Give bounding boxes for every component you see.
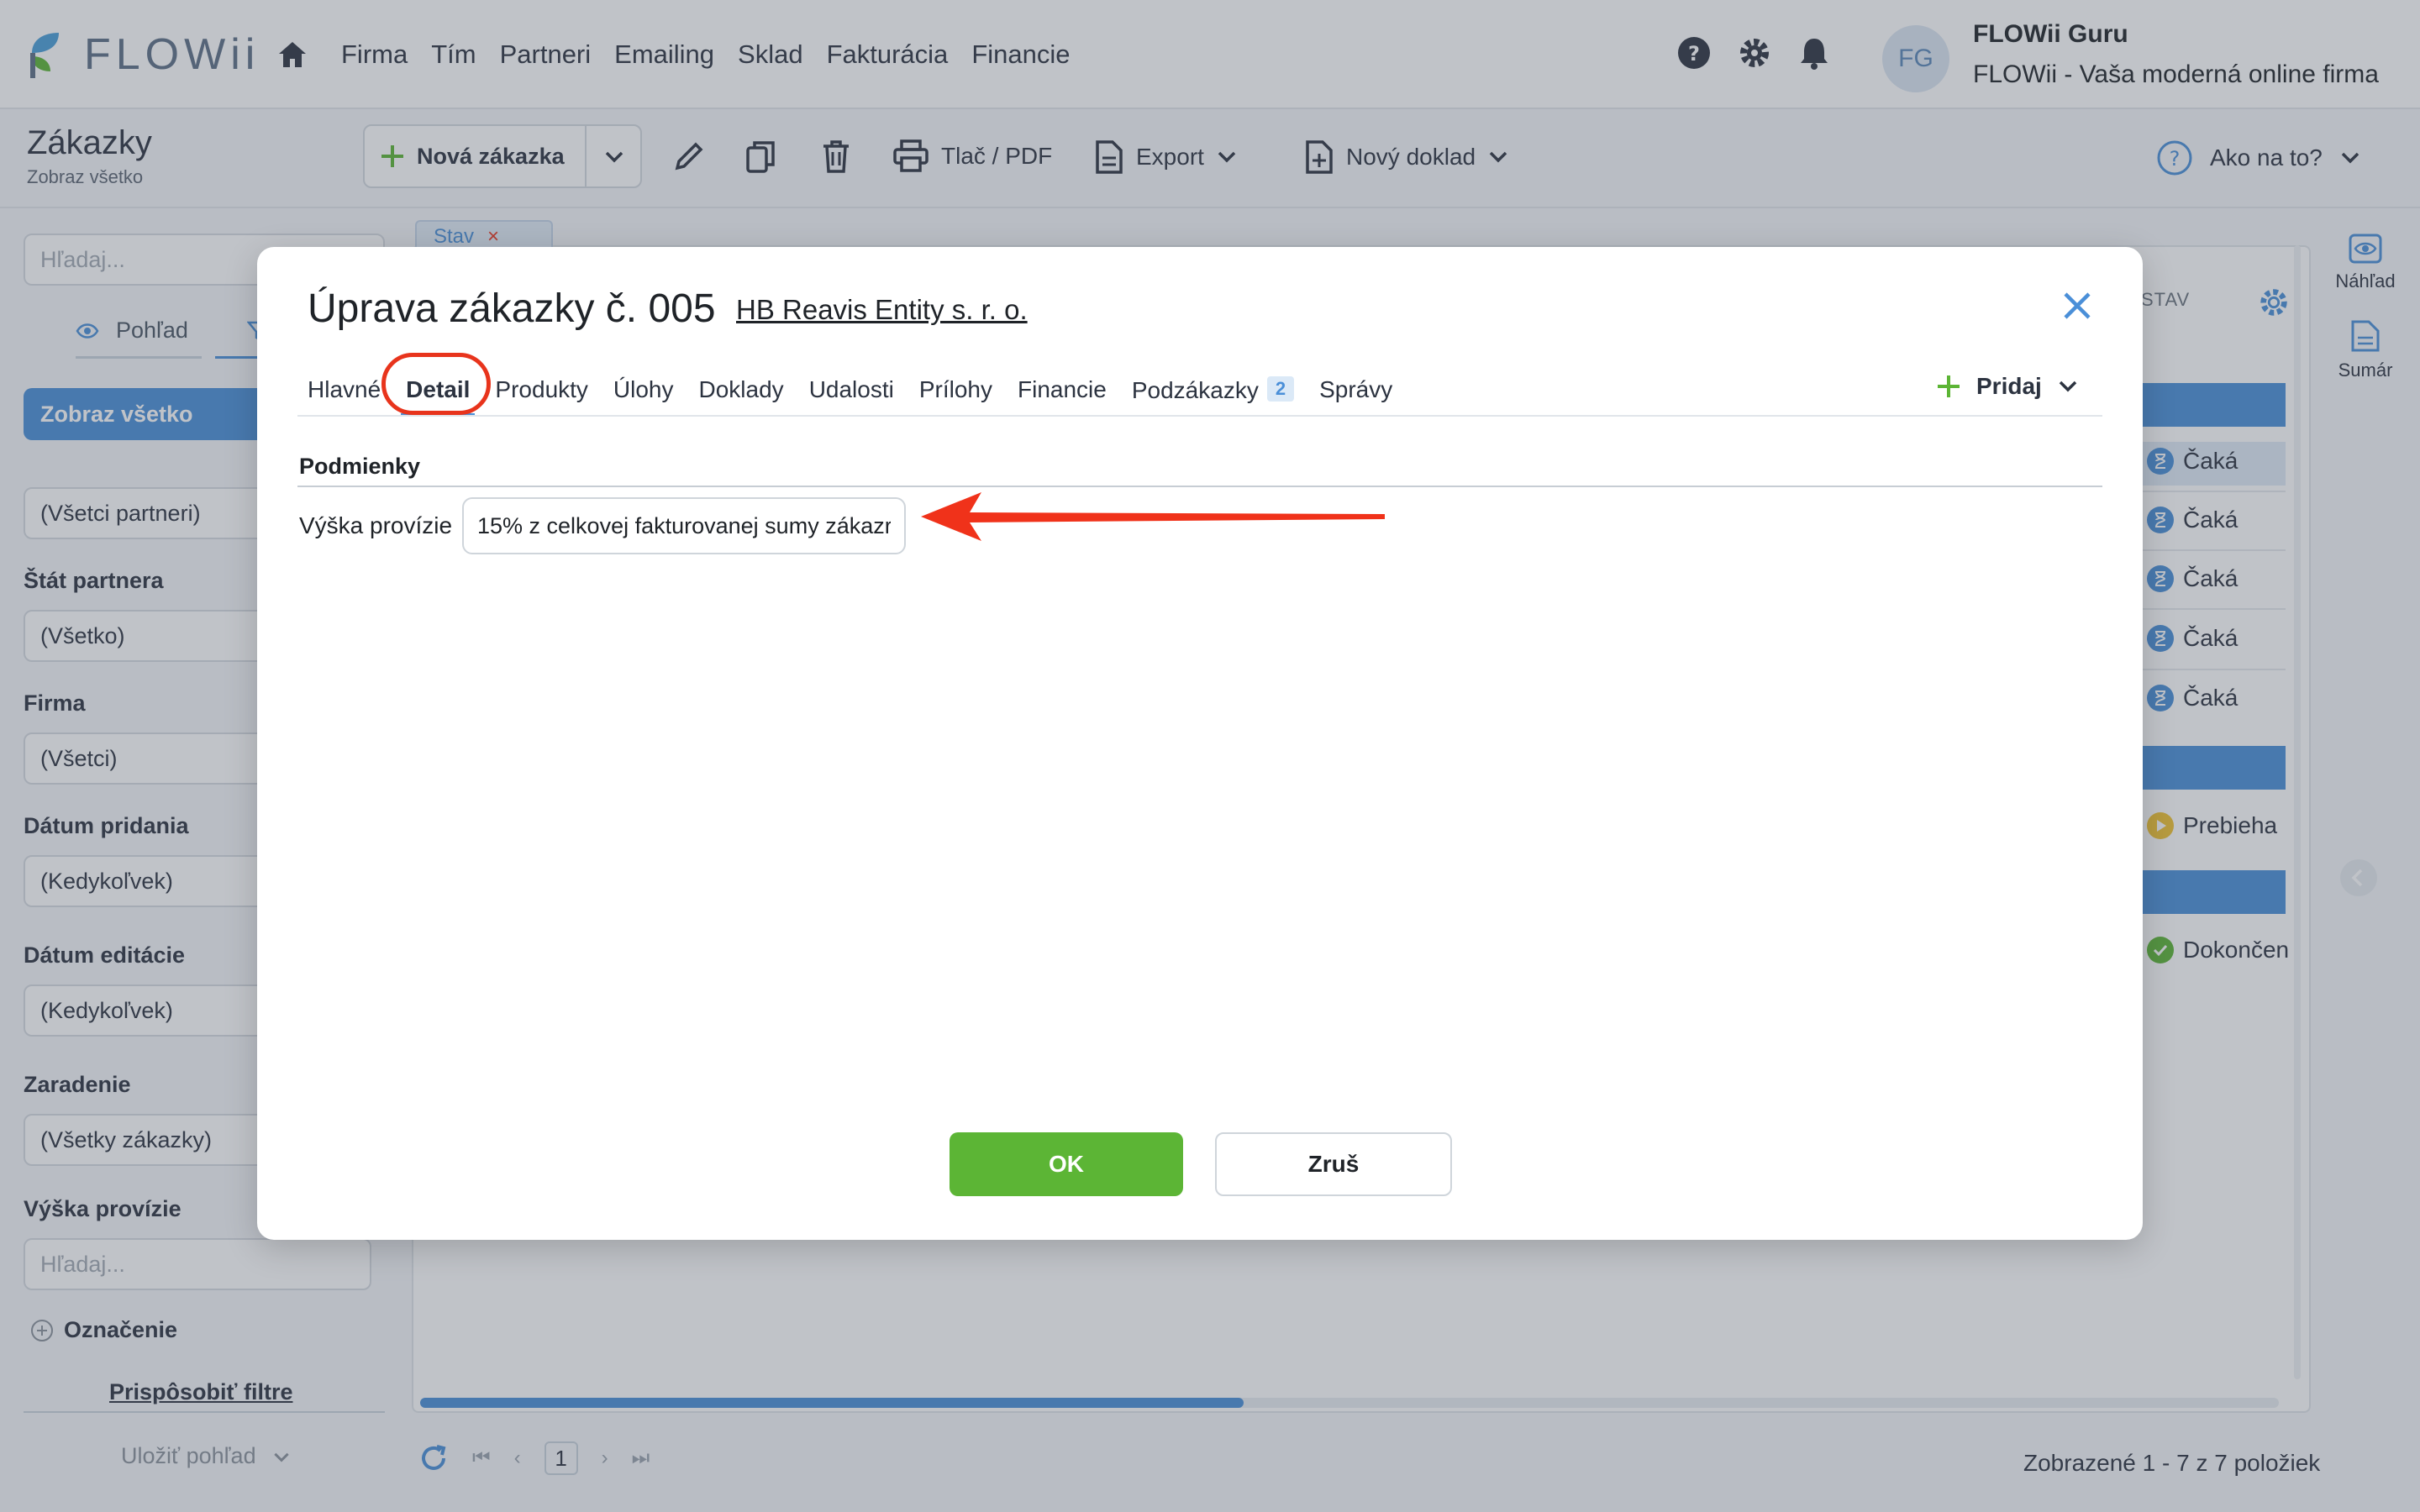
tab-udalosti[interactable]: Udalosti: [809, 376, 894, 403]
chevron-down-icon: [2057, 375, 2079, 397]
tab-financie[interactable]: Financie: [1018, 376, 1107, 403]
add-button[interactable]: Pridaj: [1936, 373, 2079, 400]
tab-ulohy[interactable]: Úlohy: [613, 376, 674, 403]
cancel-button[interactable]: Zruš: [1215, 1132, 1452, 1196]
tab-produkty[interactable]: Produkty: [495, 376, 588, 403]
tab-hlavne[interactable]: Hlavné: [308, 376, 381, 403]
plus-icon: [1936, 374, 1961, 399]
count-badge: 2: [1266, 375, 1295, 402]
close-icon[interactable]: [2062, 291, 2092, 321]
section-title: Podmienky: [299, 454, 421, 479]
tab-prilohy[interactable]: Prílohy: [919, 376, 992, 403]
partner-link[interactable]: HB Reavis Entity s. r. o.: [736, 294, 1028, 326]
commission-input[interactable]: [462, 497, 906, 554]
ok-button[interactable]: OK: [950, 1132, 1183, 1196]
commission-label: Výška provízie: [299, 512, 453, 538]
arrow-left-icon: [918, 489, 1388, 544]
tab-spravy[interactable]: Správy: [1319, 376, 1392, 403]
tab-podzakazky[interactable]: Podzákazky 2: [1131, 375, 1295, 404]
tab-podzakazky-label: Podzákazky: [1131, 376, 1259, 403]
dialog-title: Úprava zákazky č. 005: [308, 286, 716, 331]
edit-order-dialog: Úprava zákazky č. 005 HB Reavis Entity s…: [257, 247, 2143, 1240]
annotation-highlight-ring: [381, 353, 491, 415]
add-label: Pridaj: [1976, 373, 2042, 399]
tab-doklady[interactable]: Doklady: [699, 376, 784, 403]
